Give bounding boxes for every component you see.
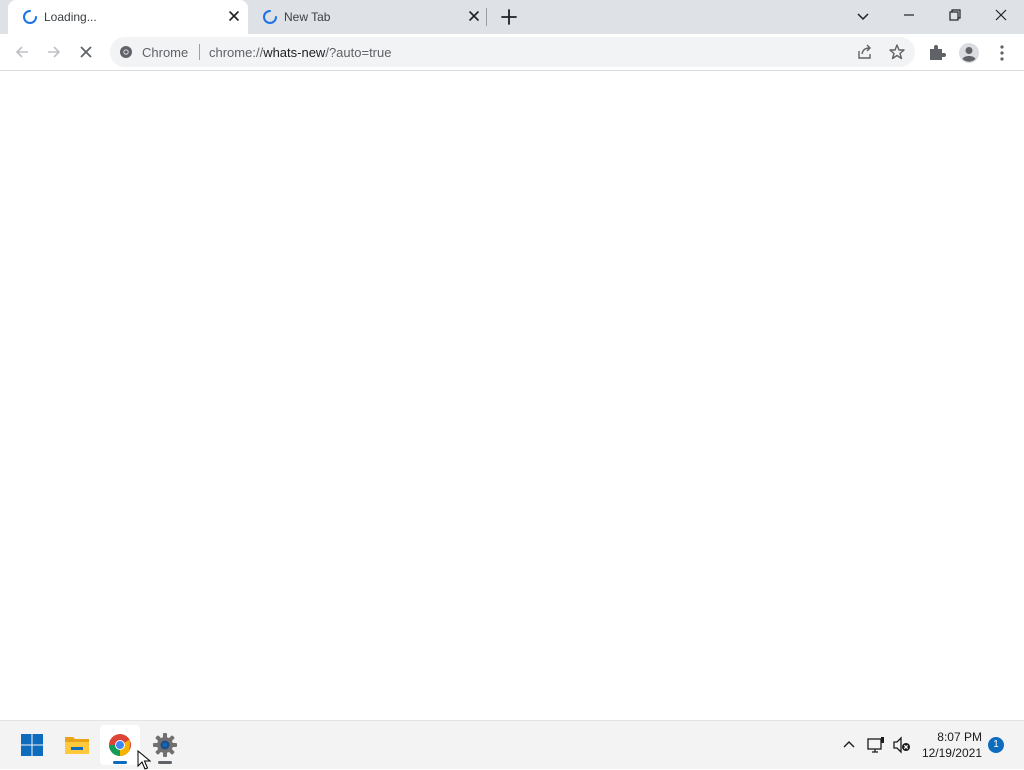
- share-icon[interactable]: [856, 43, 874, 61]
- back-arrow-icon: [15, 46, 28, 58]
- tab-new-tab[interactable]: New Tab: [248, 0, 488, 34]
- minimize-icon: [904, 14, 914, 16]
- new-tab-plus-icon[interactable]: [498, 6, 520, 28]
- tab-separator: [486, 8, 487, 26]
- extensions-puzzle-icon[interactable]: [926, 42, 948, 64]
- url-host: whats-new: [263, 45, 326, 60]
- forward-arrow-icon: [48, 46, 61, 58]
- site-chip-label: Chrome: [142, 45, 189, 60]
- start-button[interactable]: [12, 725, 52, 765]
- volume-muted-icon[interactable]: [892, 735, 912, 755]
- stop-x-icon: [80, 46, 92, 58]
- tab-close-icon[interactable]: [466, 8, 482, 24]
- gear-icon: [153, 733, 177, 757]
- tab-strip: Loading... New Tab: [0, 0, 1024, 34]
- chrome-page-icon: [120, 46, 132, 58]
- url-text[interactable]: chrome://whats-new/?auto=true: [209, 45, 391, 60]
- folder-icon: [65, 737, 89, 754]
- profile-avatar-icon[interactable]: [958, 42, 980, 64]
- browser-toolbar: Chrome chrome://whats-new/?auto=true: [0, 34, 1024, 71]
- address-bar[interactable]: Chrome chrome://whats-new/?auto=true: [110, 37, 915, 67]
- chrome-logo-icon: [109, 734, 131, 756]
- windows-taskbar: 8:07 PM 12/19/2021 1: [0, 720, 1024, 769]
- stop-loading-button[interactable]: [72, 38, 100, 66]
- restore-icon: [949, 9, 961, 21]
- close-window-button[interactable]: [978, 0, 1024, 30]
- mouse-cursor-icon: [137, 750, 151, 770]
- url-path: /?auto=true: [325, 45, 392, 60]
- omnibox-divider: [199, 44, 200, 60]
- bookmark-star-icon[interactable]: [888, 43, 906, 61]
- kebab-menu-icon[interactable]: [992, 42, 1012, 64]
- settings-taskbar-button[interactable]: [145, 725, 185, 765]
- running-indicator: [158, 761, 172, 764]
- url-scheme: chrome://: [209, 45, 264, 60]
- loading-spinner-icon: [263, 10, 277, 24]
- forward-button[interactable]: [40, 38, 68, 66]
- minimize-button[interactable]: [886, 0, 932, 30]
- close-icon: [995, 9, 1007, 21]
- loading-spinner-icon: [23, 10, 37, 24]
- notification-badge[interactable]: 1: [988, 737, 1004, 753]
- tab-search-chevron-icon[interactable]: [852, 6, 874, 28]
- clock-time: 8:07 PM: [937, 730, 982, 744]
- back-button[interactable]: [8, 38, 36, 66]
- system-clock[interactable]: 8:07 PM 12/19/2021: [912, 729, 982, 761]
- tab-title: Loading...: [44, 10, 97, 24]
- windows-logo-icon: [21, 734, 43, 756]
- restore-button[interactable]: [932, 0, 978, 30]
- tab-loading[interactable]: Loading...: [8, 0, 248, 34]
- network-icon[interactable]: [866, 735, 886, 755]
- file-explorer-button[interactable]: [56, 725, 96, 765]
- page-content: [0, 71, 1024, 720]
- tab-title: New Tab: [284, 10, 331, 24]
- running-indicator: [113, 761, 127, 764]
- show-hidden-icons-chevron-icon[interactable]: [840, 736, 858, 754]
- chrome-taskbar-button[interactable]: [100, 725, 140, 765]
- clock-date: 12/19/2021: [921, 746, 982, 760]
- tab-close-icon[interactable]: [226, 8, 242, 24]
